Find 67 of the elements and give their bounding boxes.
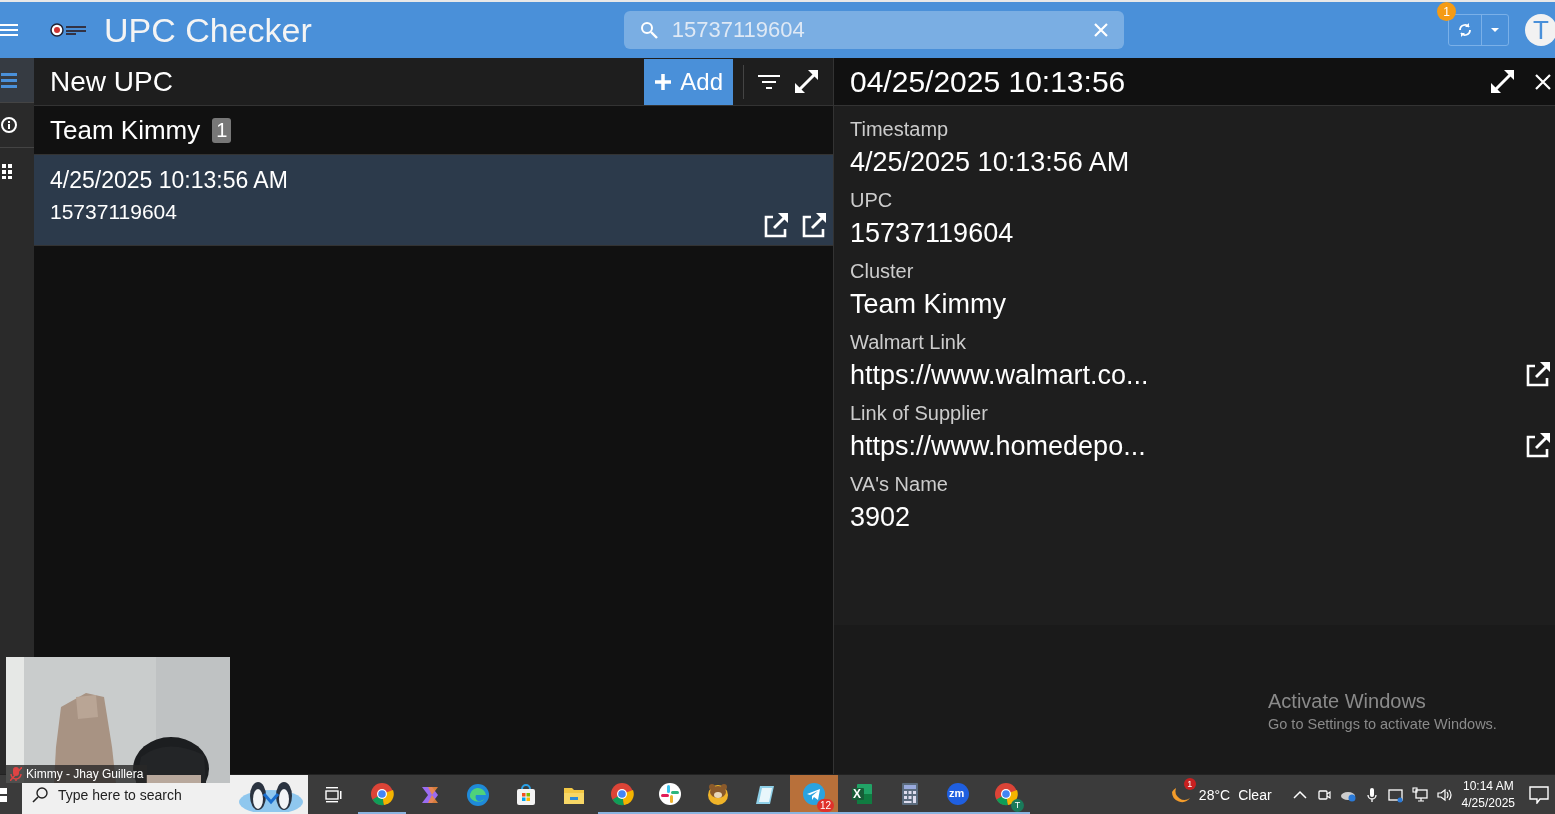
external-link-icon[interactable] (801, 213, 827, 239)
item-subtitle: 15737119604 (50, 200, 178, 224)
expand-icon[interactable] (1490, 69, 1515, 94)
chrome-icon (610, 781, 634, 806)
taskbar-app[interactable]: zm (934, 775, 982, 814)
profile-badge: T (1011, 798, 1024, 812)
app-letter: zm (949, 786, 965, 799)
sync-icon (1457, 22, 1473, 38)
external-link-icon[interactable] (1525, 362, 1553, 388)
chrome-icon (370, 781, 394, 806)
zoom-icon (946, 781, 970, 806)
windows-icon[interactable] (0, 786, 8, 803)
item-title: 4/25/2025 10:13:56 AM (50, 167, 289, 194)
clock-date[interactable]: 4/25/2025 (1461, 794, 1515, 812)
external-link-icon[interactable] (1525, 433, 1553, 459)
caret-icon (1490, 27, 1500, 33)
field-value: 15737119604 (850, 217, 1014, 249)
field-label: Cluster (850, 260, 915, 283)
group-title: Team Kimmy (50, 114, 201, 146)
search-icon (32, 786, 48, 803)
notification-icon[interactable] (1529, 785, 1549, 804)
list-item[interactable]: 4/25/2025 10:13:56 AM 15737119604 (34, 155, 833, 246)
field-label: Timestamp (850, 118, 950, 141)
panel-title: New UPC (50, 65, 173, 98)
app-title: UPC Checker (104, 10, 312, 50)
notification-badge: 1 (1437, 2, 1456, 21)
notice-title: Activate Windows (1268, 690, 1427, 713)
network-icon[interactable] (1411, 786, 1428, 803)
bear-icon (706, 781, 730, 806)
expand-icon[interactable] (794, 69, 819, 94)
clock-time[interactable]: 10:14 AM (1461, 777, 1515, 795)
screen-icon[interactable] (1387, 786, 1404, 803)
slack-icon (658, 781, 682, 806)
close-icon[interactable] (1535, 73, 1551, 90)
field-label: Walmart Link (850, 331, 967, 354)
logo-icon (50, 23, 88, 37)
task-view-icon (324, 786, 342, 803)
filter-icon[interactable] (758, 73, 780, 90)
link[interactable]: https://www.homedepo... (850, 430, 1146, 462)
temperature: 28°C (1198, 786, 1231, 803)
field-label: Link of Supplier (850, 402, 989, 425)
field-value: Team Kimmy (850, 288, 1006, 320)
weather-condition: Clear (1238, 786, 1272, 803)
notice-text: Go to Settings to activate Windows. (1268, 716, 1497, 732)
info-icon (0, 115, 18, 135)
edge-icon (466, 782, 490, 807)
count-badge: 1 (1183, 777, 1196, 790)
detail-title: 04/25/2025 10:13:56 (850, 64, 1126, 99)
excel-icon (850, 781, 874, 806)
taskbar-app[interactable]: 12 (790, 775, 838, 814)
app-letter: X (853, 786, 861, 801)
taskbar-app[interactable]: X (838, 775, 886, 814)
menu-icon[interactable] (0, 23, 18, 37)
field-value: 3902 (850, 501, 911, 533)
speaker-icon[interactable] (1435, 786, 1452, 803)
field-label: UPC (850, 189, 894, 212)
link[interactable]: https://www.walmart.co... (850, 359, 1149, 391)
field-value: 4/25/2025 10:13:56 AM (850, 146, 1130, 178)
search-icon (639, 21, 658, 39)
store-icon (514, 782, 538, 807)
count-badge: 1 (212, 117, 232, 143)
plus-icon (654, 72, 673, 91)
chrome-icon (994, 781, 1018, 806)
taskbar-app[interactable]: T (982, 775, 1030, 814)
external-link-icon[interactable] (763, 213, 789, 239)
field-label: VA's Name (850, 473, 949, 496)
list-icon (0, 70, 18, 90)
